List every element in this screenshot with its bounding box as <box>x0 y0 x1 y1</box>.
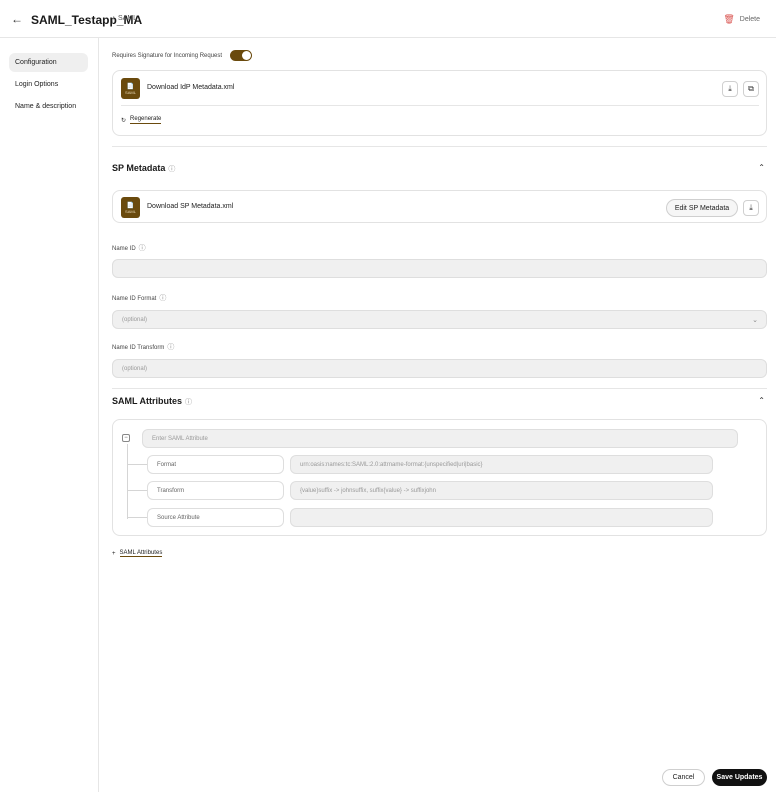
format-label: Format <box>147 455 284 474</box>
saml-badge-text: SAML <box>125 208 136 214</box>
idp-metadata-card: 📄 SAML Download IdP Metadata.xml ⤓ ⧉ ↻ Re… <box>112 70 767 136</box>
format-input[interactable]: urn:oasis:names:tc:SAML:2.0:attrname-for… <box>290 455 713 474</box>
name-id-label: Name ID ⓘ <box>112 243 146 253</box>
transform-label: Transform <box>147 481 284 500</box>
regenerate-button[interactable]: ↻ Regenerate <box>121 116 162 124</box>
saml-attributes-title: SAML Attributes ⓘ <box>112 396 192 407</box>
breadcrumb-separator: / <box>112 15 115 24</box>
cancel-button[interactable]: Cancel <box>662 769 705 786</box>
name-id-transform-input[interactable]: (optional) <box>112 359 767 378</box>
save-updates-button[interactable]: Save Updates <box>712 769 767 786</box>
chevron-up-icon[interactable]: ⌃ <box>758 396 765 405</box>
name-id-transform-label-text: Name ID Transform <box>112 345 165 351</box>
saml-file-icon: 📄 SAML <box>121 78 140 99</box>
section-divider <box>112 388 767 389</box>
tree-branch <box>127 464 147 465</box>
delete-button[interactable]: 🗑 Delete <box>723 14 760 25</box>
source-attribute-label: Source Attribute <box>147 508 284 527</box>
back-arrow-icon[interactable]: ← <box>11 12 23 26</box>
plus-icon: + <box>112 550 116 557</box>
chevron-down-icon: ⌄ <box>752 317 758 324</box>
sp-file-name[interactable]: Download SP Metadata.xml <box>147 203 233 210</box>
sidebar-item-name-description[interactable]: Name & description <box>9 97 88 116</box>
sidebar-item-login-options[interactable]: Login Options <box>9 75 88 94</box>
sidebar-item-configuration[interactable]: Configuration <box>9 53 88 72</box>
collapse-icon[interactable]: − <box>122 434 130 442</box>
tree-branch <box>127 517 147 518</box>
saml-attribute-input[interactable]: Enter SAML Attribute <box>142 429 738 448</box>
saml-file-icon: 📄 SAML <box>121 197 140 218</box>
info-icon[interactable]: ⓘ <box>159 295 166 302</box>
download-icon[interactable]: ⤓ <box>743 200 759 216</box>
refresh-icon: ↻ <box>121 117 127 124</box>
name-id-format-label-text: Name ID Format <box>112 296 157 302</box>
add-saml-attribute-button[interactable]: + SAML Attributes <box>112 550 163 557</box>
sp-metadata-title-text: SP Metadata <box>112 163 166 173</box>
copy-icon[interactable]: ⧉ <box>743 81 759 97</box>
tree-branch <box>127 490 147 491</box>
sp-metadata-title: SP Metadata ⓘ <box>112 163 175 174</box>
sp-metadata-card: 📄 SAML Download SP Metadata.xml Edit SP M… <box>112 190 767 223</box>
saml-attribute-card: − Enter SAML Attribute Format urn:oasis:… <box>112 419 767 536</box>
tree-line <box>127 444 128 519</box>
signature-label: Requires Signature for Incoming Request <box>112 52 223 59</box>
page-header: ← SAML_Testapp_MA / SAML 🗑 Delete <box>0 0 776 38</box>
saml-attributes-title-text: SAML Attributes <box>112 396 183 406</box>
name-id-format-placeholder: (optional) <box>122 317 148 323</box>
name-id-format-label: Name ID Format ⓘ <box>112 293 166 303</box>
delete-label: Delete <box>739 16 760 23</box>
info-icon[interactable]: ⓘ <box>168 166 175 173</box>
info-icon[interactable]: ⓘ <box>185 399 192 406</box>
breadcrumb-saml[interactable]: SAML <box>118 15 137 22</box>
chevron-up-icon[interactable]: ⌃ <box>758 163 765 172</box>
section-divider <box>112 146 767 147</box>
name-id-transform-label: Name ID Transform ⓘ <box>112 342 174 352</box>
regenerate-label: Regenerate <box>130 116 162 124</box>
sidebar: Configuration Login Options Name & descr… <box>0 38 99 792</box>
add-saml-attribute-label: SAML Attributes <box>119 550 163 557</box>
idp-file-name[interactable]: Download IdP Metadata.xml <box>147 84 234 91</box>
name-id-label-text: Name ID <box>112 246 136 252</box>
card-divider <box>121 105 759 106</box>
saml-badge-text: SAML <box>125 89 136 95</box>
trash-icon: 🗑 <box>723 14 735 24</box>
signature-row: Requires Signature for Incoming Request <box>112 50 253 61</box>
edit-sp-metadata-button[interactable]: Edit SP Metadata <box>666 199 738 217</box>
name-id-format-select[interactable]: (optional) ⌄ <box>112 310 767 329</box>
name-id-input[interactable] <box>112 259 767 278</box>
info-icon[interactable]: ⓘ <box>139 245 146 252</box>
source-attribute-input[interactable] <box>290 508 713 527</box>
info-icon[interactable]: ⓘ <box>167 344 174 351</box>
download-icon[interactable]: ⤓ <box>722 81 738 97</box>
transform-input[interactable]: {value}suffix -> johnsuffix, suffix{valu… <box>290 481 713 500</box>
signature-toggle[interactable] <box>230 50 253 61</box>
